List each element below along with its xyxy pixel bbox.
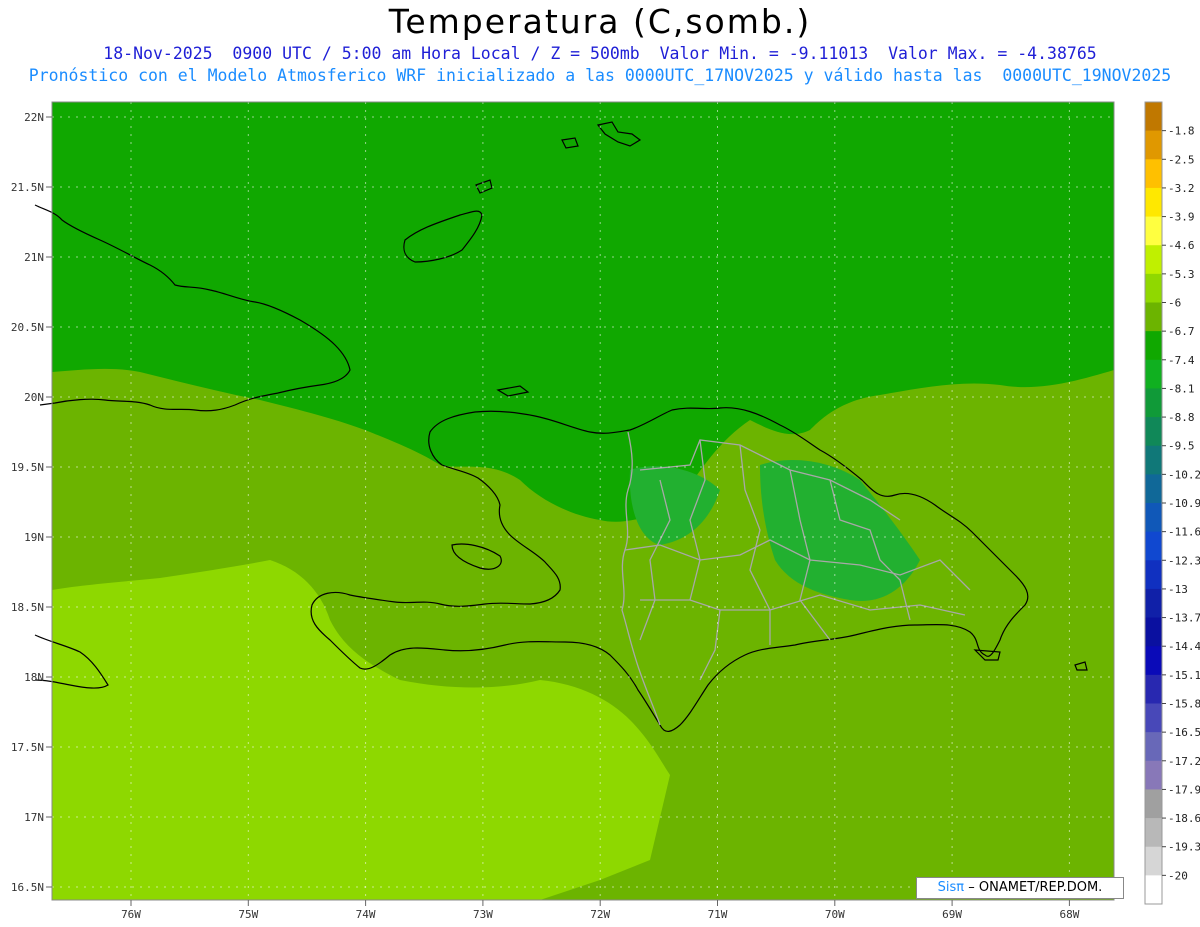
lon-tick-label: 71W [708, 908, 728, 921]
temperature-map: 22N 21.5N 21N 20.5N 20N 19.5N 19N 18.5N 18N 17.5N… [11, 101, 1200, 921]
colorbar-label: -12.3 [1168, 554, 1200, 567]
colorbar-label: -15.1 [1168, 669, 1200, 682]
lon-tick-label: 73W [473, 908, 493, 921]
colorbar-label: -15.8 [1168, 698, 1200, 711]
lon-tick-label: 72W [590, 908, 610, 921]
colorbar-swatch [1145, 646, 1162, 676]
colorbar-swatch [1145, 732, 1162, 762]
colorbar-swatch [1145, 417, 1162, 447]
lat-tick-label: 17.5N [11, 741, 44, 754]
colorbar-label: -10.9 [1168, 497, 1200, 510]
colorbar-label: -14.4 [1168, 640, 1200, 653]
colorbar-label: -8.1 [1168, 382, 1195, 395]
colorbar-label: -6 [1168, 297, 1181, 310]
colorbar-label: -3.2 [1168, 182, 1195, 195]
colorbar-label: -11.6 [1168, 526, 1200, 539]
colorbar-swatch [1145, 331, 1162, 361]
colorbar-swatch [1145, 846, 1162, 876]
lat-tick-label: 18.5N [11, 601, 44, 614]
lat-tick-label: 19N [24, 531, 44, 544]
colorbar-swatch [1145, 388, 1162, 418]
lon-tick-label: 76W [121, 908, 141, 921]
colorbar-swatch [1145, 674, 1162, 704]
lon-tick-label: 68W [1059, 908, 1079, 921]
lon-tick-label: 74W [356, 908, 376, 921]
colorbar-swatch [1145, 617, 1162, 647]
colorbar-label: -1.8 [1168, 125, 1195, 138]
colorbar-label: -18.6 [1168, 812, 1200, 825]
colorbar-label: -2.5 [1168, 153, 1195, 166]
lat-tick-label: 17N [24, 811, 44, 824]
colorbar-label: -6.7 [1168, 325, 1195, 338]
latitude-axis: 22N 21.5N 21N 20.5N 20N 19.5N 19N 18.5N 18N 17.5N… [11, 111, 52, 894]
lat-tick-label: 21.5N [11, 181, 44, 194]
colorbar-label: -17.2 [1168, 755, 1200, 768]
colorbar-swatch [1145, 818, 1162, 848]
colorbar-swatch [1145, 359, 1162, 389]
colorbar-label: -19.3 [1168, 841, 1200, 854]
lat-tick-label: 19.5N [11, 461, 44, 474]
colorbar-swatch [1145, 503, 1162, 533]
onamet-credit: – ONAMET/REP.DOM. [968, 880, 1103, 895]
colorbar-swatch [1145, 560, 1162, 590]
lat-tick-label: 21N [24, 251, 44, 264]
lat-tick-label: 20N [24, 391, 44, 404]
colorbar-label: -5.3 [1168, 268, 1195, 281]
credit-box: Sisπ – ONAMET/REP.DOM. [916, 877, 1124, 899]
longitude-axis: 76W 75W 74W 73W 72W 71W 70W 69W 68W [121, 900, 1080, 921]
colorbar-swatch [1145, 474, 1162, 504]
colorbar-label: -3.9 [1168, 211, 1195, 224]
colorbar-label: -10.2 [1168, 468, 1200, 481]
colorbar-swatch [1145, 703, 1162, 733]
temperature-field [52, 102, 1114, 900]
colorbar-swatch [1145, 531, 1162, 561]
colorbar-label: -8.8 [1168, 411, 1195, 424]
lat-tick-label: 16.5N [11, 881, 44, 894]
colorbar: -1.8 -2.5 -3.2 -3.9 -4.6 -5.3 -6 -6.7 -7.4 -8.1 -8… [1144, 101, 1200, 905]
colorbar-label: -13.7 [1168, 612, 1200, 625]
lon-tick-label: 69W [942, 908, 962, 921]
sispi-logo: Sisπ [937, 880, 965, 895]
colorbar-label: -20 [1168, 869, 1188, 882]
colorbar-swatch [1145, 130, 1162, 160]
colorbar-label: -17.9 [1168, 783, 1200, 796]
colorbar-swatch [1145, 875, 1162, 905]
colorbar-swatch [1145, 216, 1162, 246]
colorbar-swatch [1145, 302, 1162, 332]
lat-tick-label: 18N [24, 671, 44, 684]
lat-tick-label: 22N [24, 111, 44, 124]
colorbar-label: -9.5 [1168, 440, 1195, 453]
lat-tick-label: 20.5N [11, 321, 44, 334]
colorbar-swatch [1145, 588, 1162, 619]
colorbar-label: -7.4 [1168, 354, 1195, 367]
colorbar-label: -4.6 [1168, 239, 1195, 252]
colorbar-swatch [1145, 187, 1162, 218]
colorbar-swatch [1145, 760, 1162, 790]
colorbar-label: -13 [1168, 583, 1188, 596]
colorbar-swatch [1145, 445, 1162, 475]
colorbar-swatch [1145, 245, 1162, 275]
colorbar-label: -16.5 [1168, 726, 1200, 739]
colorbar-swatch [1145, 102, 1162, 132]
colorbar-swatch [1145, 159, 1162, 189]
lon-tick-label: 70W [825, 908, 845, 921]
lon-tick-label: 75W [238, 908, 258, 921]
colorbar-swatch [1145, 789, 1162, 819]
colorbar-swatch [1145, 273, 1162, 303]
